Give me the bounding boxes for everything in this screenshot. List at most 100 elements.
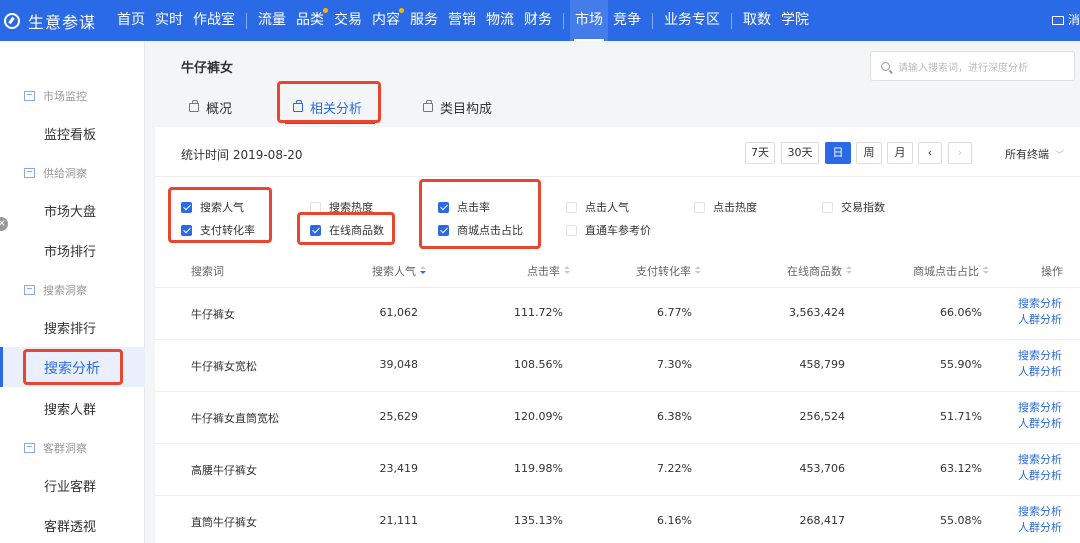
search-analysis-link[interactable]: 搜索分析	[1018, 400, 1062, 416]
next-date-button[interactable]: ›	[948, 142, 972, 164]
tab-category-composition[interactable]: 类目构成	[423, 98, 492, 117]
search-icon	[881, 61, 890, 71]
metric-ztc-price[interactable]: 直通车参考价	[566, 222, 651, 238]
period-month-button[interactable]: 月	[887, 142, 913, 164]
nav-item-market[interactable]: 市场	[570, 0, 608, 41]
nav-item-realtime[interactable]: 实时	[150, 0, 188, 41]
sort-icon[interactable]	[564, 266, 570, 276]
highlight-box	[168, 187, 272, 243]
nav-item-home[interactable]: 首页	[112, 0, 150, 41]
cell-online-items: 453,706	[799, 462, 846, 475]
search-analysis-link[interactable]: 搜索分析	[1018, 452, 1062, 468]
main-content: 牛仔裤女 请输入搜索词，进行深度分析 概况 相关分析 类目构成 统计时间 201…	[155, 41, 1080, 543]
cell-ctr: 108.56%	[514, 358, 563, 371]
sort-desc-icon[interactable]	[420, 266, 426, 276]
terminal-select[interactable]: 所有终端 ﹀	[1005, 146, 1064, 162]
checkbox-unchecked[interactable]	[566, 224, 577, 236]
period-day-button[interactable]: 日	[825, 142, 851, 164]
sidebar-item-market-ranking[interactable]: 市场排行	[44, 241, 96, 260]
search-analysis-link[interactable]: 搜索分析	[1018, 296, 1062, 312]
sidebar-item-search-crowd[interactable]: 搜索人群	[44, 399, 96, 418]
sidebar-item-monitor-board[interactable]: 监控看板	[44, 124, 96, 143]
prev-date-button[interactable]: ‹	[918, 142, 942, 164]
nav-item-logistics[interactable]: 物流	[481, 0, 519, 41]
crowd-analysis-link[interactable]: 人群分析	[1018, 312, 1062, 328]
crowd-analysis-link[interactable]: 人群分析	[1018, 364, 1062, 380]
metric-click-popularity[interactable]: 点击人气	[566, 199, 629, 215]
cell-keyword: 牛仔裤女	[191, 308, 235, 321]
cell-ctr: 111.72%	[514, 306, 563, 319]
nav-item-category[interactable]: 品类	[291, 0, 329, 41]
page-title: 牛仔裤女	[181, 61, 234, 76]
col-header-ctr[interactable]: 点击率	[527, 263, 570, 279]
col-header-payment-conversion[interactable]: 支付转化率	[636, 263, 701, 279]
search-analysis-link[interactable]: 搜索分析	[1018, 348, 1062, 364]
folder-icon	[24, 443, 35, 453]
nav-item-academy[interactable]: 学院	[776, 0, 814, 41]
sidebar-item-market-overview[interactable]: 市场大盘	[44, 201, 96, 220]
stat-time: 统计时间 2019-08-20	[181, 148, 303, 162]
col-header-search-popularity[interactable]: 搜索人气	[372, 263, 426, 279]
checkbox-unchecked[interactable]	[694, 201, 705, 213]
nav-item-label: 内容	[372, 12, 400, 28]
cell-keyword: 直筒牛仔裤女	[191, 516, 257, 529]
tab-overview[interactable]: 概况	[189, 98, 232, 117]
table-row: 牛仔裤女直筒宽松 25,629 120.09% 6.38% 256,524 51…	[155, 391, 1080, 443]
period-week-button[interactable]: 周	[856, 142, 882, 164]
col-header-mall-click-share[interactable]: 商城点击占比	[913, 263, 989, 279]
cell-online-items: 458,799	[799, 358, 846, 371]
checkbox-unchecked[interactable]	[822, 201, 833, 213]
messages-link[interactable]: 消	[1051, 0, 1080, 41]
col-header-online-items[interactable]: 在线商品数	[787, 263, 852, 279]
chevron-down-icon: ﹀	[1055, 150, 1065, 161]
metric-trade-index[interactable]: 交易指数	[822, 199, 885, 215]
app-logo[interactable]: 生意参谋	[4, 9, 112, 33]
crowd-analysis-link[interactable]: 人群分析	[1018, 416, 1062, 432]
nav-item-marketing[interactable]: 营销	[443, 0, 481, 41]
sidebar-item-customer-perspective[interactable]: 客群透视	[44, 516, 96, 535]
table-row: 高腰牛仔裤女 23,419 119.98% 7.22% 453,706 63.1…	[155, 443, 1080, 495]
cell-search-popularity: 25,629	[379, 410, 419, 423]
period-7d-button[interactable]: 7天	[745, 142, 775, 164]
notification-dot	[323, 8, 328, 13]
nav-item-content[interactable]: 内容	[367, 0, 405, 41]
row-actions: 搜索分析 人群分析	[1018, 400, 1062, 432]
nav-item-trade[interactable]: 交易	[329, 0, 367, 41]
nav-item-business-zone[interactable]: 业务专区	[659, 0, 725, 41]
metric-label: 点击热度	[713, 201, 757, 214]
sort-icon[interactable]	[846, 266, 852, 276]
sort-icon[interactable]	[695, 266, 701, 276]
col-header-label: 商城点击占比	[913, 265, 979, 278]
sidebar-group-label: 客群洞察	[43, 442, 87, 455]
cell-payment-conversion: 6.77%	[657, 306, 692, 319]
cell-search-popularity: 39,048	[379, 358, 419, 371]
sidebar-collapse-icon[interactable]: ×	[0, 217, 8, 231]
keyword-search-input[interactable]: 请输入搜索词，进行深度分析	[870, 51, 1075, 81]
sidebar-item-industry-customers[interactable]: 行业客群	[44, 476, 96, 495]
analysis-panel: 统计时间 2019-08-20 7天 30天 日 周 月 ‹ › 所有终端 ﹀ 搜…	[155, 127, 1080, 543]
metric-click-heat[interactable]: 点击热度	[694, 199, 757, 215]
checkbox-unchecked[interactable]	[566, 201, 577, 213]
checkbox-unchecked[interactable]	[310, 201, 321, 213]
nav-item-finance[interactable]: 财务	[519, 0, 557, 41]
nav-item-traffic[interactable]: 流量	[253, 0, 291, 41]
folder-icon	[24, 168, 35, 178]
metric-label: 直通车参考价	[585, 224, 651, 237]
cell-ctr: 120.09%	[514, 410, 563, 423]
sidebar-group-label: 搜索洞察	[43, 284, 87, 297]
col-header-label: 搜索人气	[372, 265, 416, 278]
sidebar-group-supply: 供给洞察	[24, 165, 87, 181]
crowd-analysis-link[interactable]: 人群分析	[1018, 520, 1062, 536]
nav-item-competition[interactable]: 竞争	[608, 0, 646, 41]
nav-item-data-fetch[interactable]: 取数	[738, 0, 776, 41]
search-analysis-link[interactable]: 搜索分析	[1018, 504, 1062, 520]
table-row: 牛仔裤女宽松 39,048 108.56% 7.30% 458,799 55.9…	[155, 339, 1080, 391]
cell-payment-conversion: 6.38%	[657, 410, 692, 423]
sidebar-item-search-ranking[interactable]: 搜索排行	[44, 318, 96, 337]
period-30d-button[interactable]: 30天	[781, 142, 819, 164]
bag-icon	[189, 100, 199, 112]
nav-item-war-room[interactable]: 作战室	[188, 0, 240, 41]
crowd-analysis-link[interactable]: 人群分析	[1018, 468, 1062, 484]
nav-item-service[interactable]: 服务	[405, 0, 443, 41]
sort-icon[interactable]	[983, 266, 989, 276]
